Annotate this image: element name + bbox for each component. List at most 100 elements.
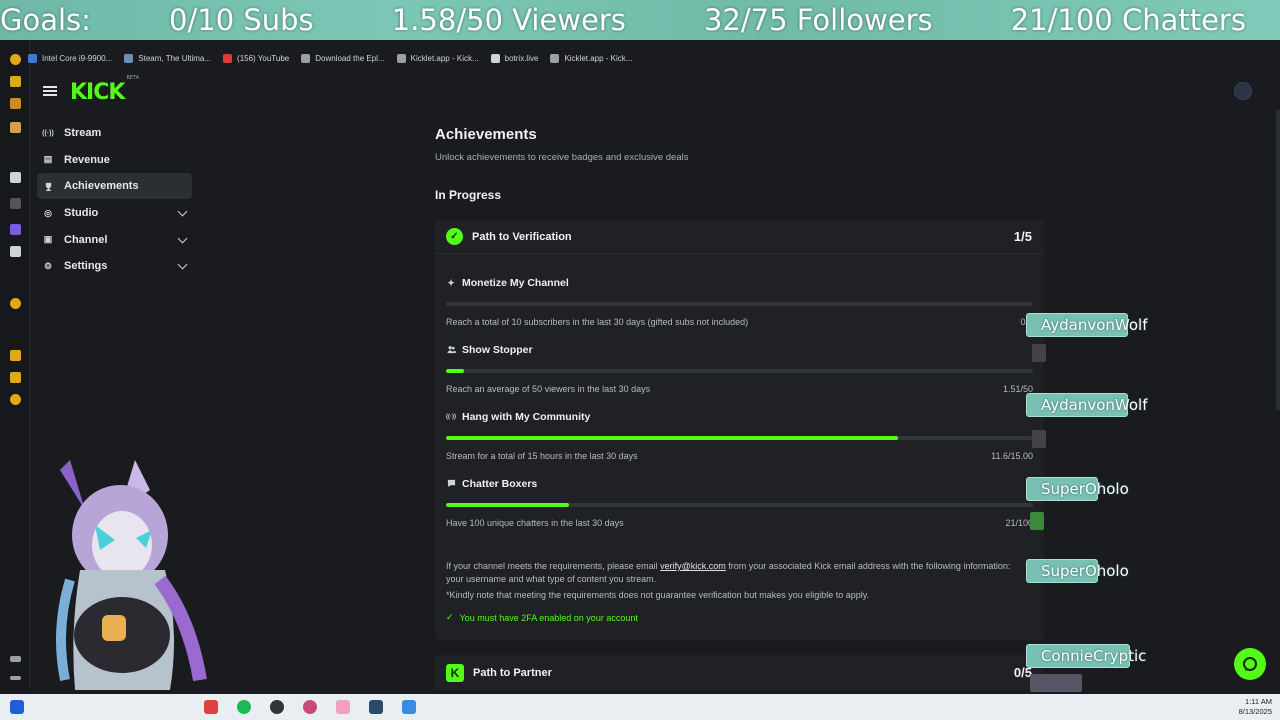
task-title: Show Stopper <box>462 344 533 356</box>
sidebar-item-revenue[interactable]: ▤ Revenue <box>37 147 192 173</box>
email-link[interactable]: verify@kick.com <box>660 561 726 571</box>
gear-icon: ⚙ <box>43 260 53 271</box>
chat-emote <box>1030 674 1082 692</box>
terminal-icon[interactable] <box>369 700 383 714</box>
achievement-card-verification: ✓ Path to Verification 1/5 ✦ Monetize My … <box>435 220 1044 640</box>
bookmark[interactable]: Kicklet.app - Kick... <box>396 53 479 63</box>
browser-app-icon[interactable] <box>10 76 21 87</box>
opera-gx-icon[interactable] <box>303 700 317 714</box>
task-item: ((·)) Hang with My Community Stream for a… <box>446 411 1033 461</box>
steam-icon <box>124 53 134 63</box>
studio-icon: ◎ <box>44 207 52 218</box>
browser-app-icon[interactable] <box>10 298 21 309</box>
clock-date: 8/13/2025 <box>1238 707 1272 716</box>
sidebar-nav: ((·)) Stream ▤ Revenue Achievements ◎ St… <box>37 120 192 280</box>
progress-fill <box>446 436 898 440</box>
task-value: 11.6/15.00 <box>991 451 1033 461</box>
sidebar-item-label: Revenue <box>64 153 110 166</box>
chevron-down-icon[interactable] <box>177 259 188 270</box>
task-item: Show Stopper Reach an average of 50 view… <box>446 344 1033 394</box>
sidebar-item-studio[interactable]: ◎ Studio <box>37 200 192 226</box>
browser-app-icon[interactable] <box>10 122 21 133</box>
spotify-icon[interactable] <box>237 700 251 714</box>
sidebar-item-achievements[interactable]: Achievements <box>37 173 192 200</box>
chat-username: AydanvonWolf <box>1026 313 1147 337</box>
task-item: ✦ Monetize My Channel Reach a total of 10… <box>446 277 1033 327</box>
chat-button[interactable] <box>1234 648 1266 680</box>
main-content: Achievements Unlock achievements to rece… <box>435 126 1045 202</box>
scrollbar[interactable] <box>1276 110 1280 410</box>
sidebar-item-settings[interactable]: ⚙ Settings <box>37 253 192 279</box>
goal-chatters: 21/100 Chatters <box>1010 3 1246 37</box>
vtuber-avatar <box>56 460 207 690</box>
browser-app-icon[interactable] <box>10 172 21 183</box>
youtube-icon <box>223 53 233 63</box>
progress-bar <box>446 436 1033 440</box>
task-description: Stream for a total of 15 hours in the la… <box>446 451 638 461</box>
system-clock[interactable]: 1:11 AM 8/13/2025 <box>1239 697 1272 717</box>
task-item: Chatter Boxers Have 100 unique chatters … <box>446 478 1033 528</box>
bookmark[interactable]: (156) YouTube <box>223 53 289 63</box>
divider-icon <box>10 198 21 209</box>
gx-icon[interactable] <box>10 656 21 662</box>
verified-badge-icon: ✓ <box>446 228 463 245</box>
sidebar-item-label: Studio <box>64 207 99 220</box>
chat-emote <box>1032 344 1046 362</box>
kicklet-icon <box>550 53 560 63</box>
hamburger-menu-icon[interactable] <box>43 84 57 98</box>
channel-icon: ▣ <box>43 234 53 245</box>
windows-start-icon[interactable] <box>10 700 24 714</box>
kick-k-icon: K <box>446 663 464 682</box>
task-value: 21/100 <box>1005 518 1033 528</box>
goal-followers: 32/75 Followers <box>703 3 933 37</box>
browser-app-icon[interactable] <box>10 350 21 361</box>
sidebar-item-label: Settings <box>64 260 108 273</box>
chevron-down-icon[interactable] <box>177 206 188 217</box>
card-header[interactable]: ✓ Path to Verification 1/5 <box>435 220 1044 254</box>
achievement-card-partner[interactable]: K Path to Partner 0/5 <box>435 655 1044 690</box>
task-title: Monetize My Channel <box>462 277 569 289</box>
chat-icon <box>1243 657 1257 671</box>
page-subtitle: Unlock achievements to receive badges an… <box>435 152 689 163</box>
kick-logo[interactable]: KICKBETA <box>70 75 139 105</box>
chat-icon <box>446 479 456 490</box>
sidebar-item-channel[interactable]: ▣ Channel <box>37 227 192 253</box>
bookmark[interactable]: Intel Core i9-9900... <box>28 53 112 63</box>
browser-app-icon[interactable] <box>10 372 21 383</box>
progress-fill <box>446 369 464 373</box>
sidebar-item-stream[interactable]: ((·)) Stream <box>37 120 192 146</box>
task-title: Hang with My Community <box>462 411 591 423</box>
bookmark[interactable]: Steam, The Ultima... <box>124 53 211 63</box>
x-icon[interactable] <box>10 246 21 257</box>
gear-icon[interactable] <box>10 394 21 405</box>
sidebar-item-label: Channel <box>64 233 108 246</box>
taskbar-app-icon[interactable] <box>336 700 350 714</box>
taskbar-app-icon[interactable] <box>402 700 416 714</box>
obs-icon[interactable] <box>270 700 284 714</box>
clock-time: 1:11 AM <box>1245 697 1272 706</box>
goal-viewers: 1.58/50 Viewers <box>391 3 626 37</box>
twitch-icon[interactable] <box>10 224 21 235</box>
botrix-icon <box>490 53 500 63</box>
more-icon[interactable] <box>10 676 21 680</box>
bookmarks-bar: Intel Core i9-9900... Steam, The Ultima.… <box>28 48 632 68</box>
card-title: Path to Partner <box>473 666 552 679</box>
taskbar-app-icon[interactable] <box>204 700 218 714</box>
check-icon: ✓ <box>446 612 454 622</box>
chevron-down-icon[interactable] <box>177 233 188 244</box>
revenue-icon: ▤ <box>43 154 53 165</box>
user-avatar[interactable] <box>1234 82 1252 100</box>
bookmark[interactable]: botrix.live <box>490 53 538 63</box>
verification-note: If your channel meets the requirements, … <box>446 561 1011 584</box>
bookmark[interactable]: Kicklet.app - Kick... <box>550 53 632 63</box>
goals-label: Goals: <box>0 3 91 37</box>
broadcast-icon: ((·)) <box>446 414 456 420</box>
chat-username: SuperOholo <box>1026 477 1129 501</box>
browser-app-icon[interactable] <box>10 54 21 65</box>
browser-app-icon[interactable] <box>10 98 21 109</box>
requirement-2fa: ✓ You must have 2FA enabled on your acco… <box>446 612 638 623</box>
sidebar-item-label: Stream <box>64 127 102 139</box>
progress-bar <box>446 369 1033 373</box>
bookmark[interactable]: Download the Epl... <box>301 53 385 63</box>
trophy-icon <box>43 181 53 191</box>
